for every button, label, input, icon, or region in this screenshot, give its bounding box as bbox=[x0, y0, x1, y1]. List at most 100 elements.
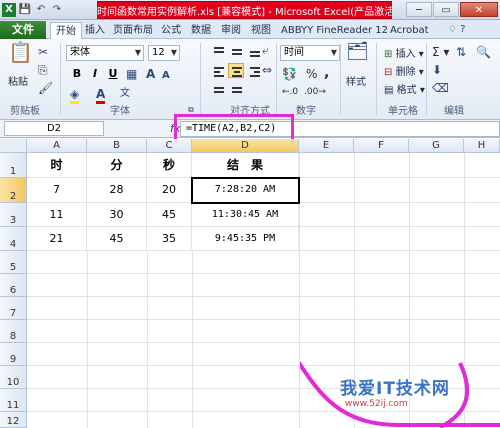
restore-button[interactable]: ▭ bbox=[433, 2, 459, 17]
sort-filter-icon[interactable]: ⇅ bbox=[456, 45, 466, 59]
minimize-button[interactable]: ─ bbox=[406, 2, 432, 17]
tab-abbyy[interactable]: ABBYY FineReader 12 bbox=[276, 22, 393, 39]
tab-acrobat[interactable]: Acrobat bbox=[385, 22, 434, 39]
currency-icon[interactable]: 💱 bbox=[282, 67, 297, 81]
align-left-button[interactable] bbox=[210, 63, 226, 78]
styles-icon[interactable]: 🗂 bbox=[346, 43, 369, 67]
fill-icon[interactable]: ⬇ bbox=[432, 63, 442, 77]
comma-button[interactable]: , bbox=[324, 65, 329, 81]
cut-icon[interactable]: ✂ bbox=[38, 45, 48, 59]
align-right-button[interactable] bbox=[246, 63, 262, 78]
percent-button[interactable]: % bbox=[306, 67, 317, 81]
group-divider bbox=[376, 43, 377, 115]
excel-logo-icon[interactable]: X bbox=[2, 3, 16, 17]
font-color-icon[interactable]: A bbox=[96, 87, 106, 104]
increase-decimal-button[interactable]: ←.0 bbox=[282, 87, 298, 97]
row-header[interactable]: 12 bbox=[0, 412, 27, 428]
chevron-down-icon: ▼ bbox=[330, 48, 337, 57]
tab-review[interactable]: 审阅 bbox=[216, 22, 246, 39]
insert-icon: ⊞ bbox=[384, 49, 393, 60]
copy-icon[interactable]: ⎘ bbox=[38, 63, 48, 77]
decrease-indent-button[interactable] bbox=[210, 83, 226, 98]
delete-icon: ⊟ bbox=[384, 67, 393, 78]
insert-label: 插入 bbox=[395, 49, 416, 60]
column-header[interactable]: G bbox=[409, 139, 464, 153]
chevron-down-icon: ▼ bbox=[134, 48, 141, 57]
increase-font-icon[interactable]: A bbox=[146, 67, 155, 81]
row-header[interactable]: 11 bbox=[0, 389, 27, 412]
row-header[interactable]: 6 bbox=[0, 274, 27, 297]
paste-icon[interactable]: 📋 bbox=[8, 42, 33, 69]
row-header[interactable]: 5 bbox=[0, 251, 27, 274]
row-header[interactable]: 4 bbox=[0, 227, 27, 251]
quick-access-toolbar: X 💾 ↶ ↷ bbox=[2, 2, 64, 18]
format-painter-icon[interactable]: 🖌 bbox=[38, 81, 53, 95]
ribbon-tabs: 文件 开始 插入 页面布局 公式 数据 审阅 视图 ABBYY FineRead… bbox=[0, 20, 500, 39]
row-header[interactable]: 7 bbox=[0, 297, 27, 320]
paste-button[interactable]: 粘贴 bbox=[8, 73, 28, 88]
font-size-value: 12 bbox=[152, 47, 165, 58]
phonetic-icon[interactable]: 文 bbox=[120, 87, 130, 101]
row-header[interactable]: 8 bbox=[0, 320, 27, 343]
column-header[interactable]: F bbox=[354, 139, 409, 153]
autosum-button[interactable]: Σ ▾ bbox=[432, 45, 449, 59]
tab-data[interactable]: 数据 bbox=[186, 22, 216, 39]
align-middle-button[interactable] bbox=[228, 43, 244, 58]
column-header[interactable]: C bbox=[147, 139, 192, 153]
tab-insert[interactable]: 插入 bbox=[80, 22, 110, 39]
fill-color-icon[interactable]: ◈ bbox=[70, 87, 80, 104]
undo-icon[interactable]: ↶ bbox=[34, 3, 48, 17]
watermark-text: 我爱IT技术网 bbox=[340, 379, 450, 399]
align-bottom-button[interactable] bbox=[246, 43, 262, 58]
align-top-button[interactable] bbox=[210, 43, 226, 58]
tab-page-layout[interactable]: 页面布局 bbox=[108, 22, 158, 39]
decrease-font-icon[interactable]: A bbox=[162, 69, 170, 83]
merge-center-icon[interactable]: ⇔ bbox=[262, 63, 272, 77]
insert-cells-button[interactable]: ⊞ 插入 ▾ bbox=[384, 45, 424, 60]
column-header[interactable]: B bbox=[87, 139, 147, 153]
tab-home[interactable]: 开始 bbox=[50, 22, 82, 39]
styles-button[interactable]: 样式 bbox=[346, 73, 366, 88]
font-name-select[interactable]: 宋体 ▼ bbox=[66, 45, 144, 61]
align-center-button[interactable] bbox=[228, 63, 244, 78]
column-header[interactable]: H bbox=[464, 139, 500, 153]
delete-cells-button[interactable]: ⊟ 删除 ▾ bbox=[384, 63, 424, 78]
group-divider bbox=[426, 43, 427, 115]
clear-icon[interactable]: ⌫ bbox=[432, 81, 449, 95]
column-header[interactable]: E bbox=[299, 139, 354, 153]
format-cells-button[interactable]: ▤ 格式 ▾ bbox=[384, 81, 425, 96]
underline-button[interactable]: U bbox=[106, 67, 120, 81]
bold-button[interactable]: B bbox=[70, 67, 84, 81]
row-header[interactable]: 2 bbox=[0, 178, 27, 203]
increase-indent-button[interactable] bbox=[228, 83, 244, 98]
group-label-font: 字体 bbox=[110, 106, 130, 117]
format-label: 格式 bbox=[396, 85, 417, 96]
help-icon[interactable]: ♢ ? bbox=[448, 24, 465, 35]
column-header[interactable]: D bbox=[192, 139, 299, 153]
row-header[interactable]: 3 bbox=[0, 203, 27, 227]
italic-button[interactable]: I bbox=[88, 67, 102, 81]
row-header[interactable]: 9 bbox=[0, 343, 27, 366]
column-header[interactable]: A bbox=[27, 139, 87, 153]
redo-icon[interactable]: ↷ bbox=[50, 3, 64, 17]
window-controls: ─ ▭ ✕ bbox=[406, 2, 498, 17]
borders-icon[interactable]: ▦ bbox=[126, 67, 137, 81]
delete-label: 删除 bbox=[395, 67, 416, 78]
group-label-cells: 单元格 bbox=[388, 106, 418, 117]
font-size-select[interactable]: 12 ▼ bbox=[148, 45, 180, 61]
row-header[interactable]: 1 bbox=[0, 153, 27, 178]
close-button[interactable]: ✕ bbox=[460, 2, 498, 17]
tab-file[interactable]: 文件 bbox=[0, 21, 46, 39]
row-header[interactable]: 10 bbox=[0, 366, 27, 389]
number-format-value: 时间 bbox=[284, 47, 304, 58]
window-title: 时间函数常用实例解析.xls [兼容模式] - Microsoft Excel(… bbox=[97, 7, 392, 18]
tab-formulas[interactable]: 公式 bbox=[156, 22, 186, 39]
tab-view[interactable]: 视图 bbox=[246, 22, 276, 39]
decrease-decimal-button[interactable]: .00→ bbox=[304, 87, 326, 97]
save-icon[interactable]: 💾 bbox=[18, 3, 32, 17]
find-select-icon[interactable]: 🔍 bbox=[476, 45, 491, 59]
wrap-text-icon[interactable]: ⤶ bbox=[262, 43, 269, 57]
name-box[interactable]: D2 bbox=[4, 121, 104, 136]
select-all-corner[interactable] bbox=[0, 139, 27, 153]
number-format-select[interactable]: 时间 ▼ bbox=[280, 45, 340, 61]
